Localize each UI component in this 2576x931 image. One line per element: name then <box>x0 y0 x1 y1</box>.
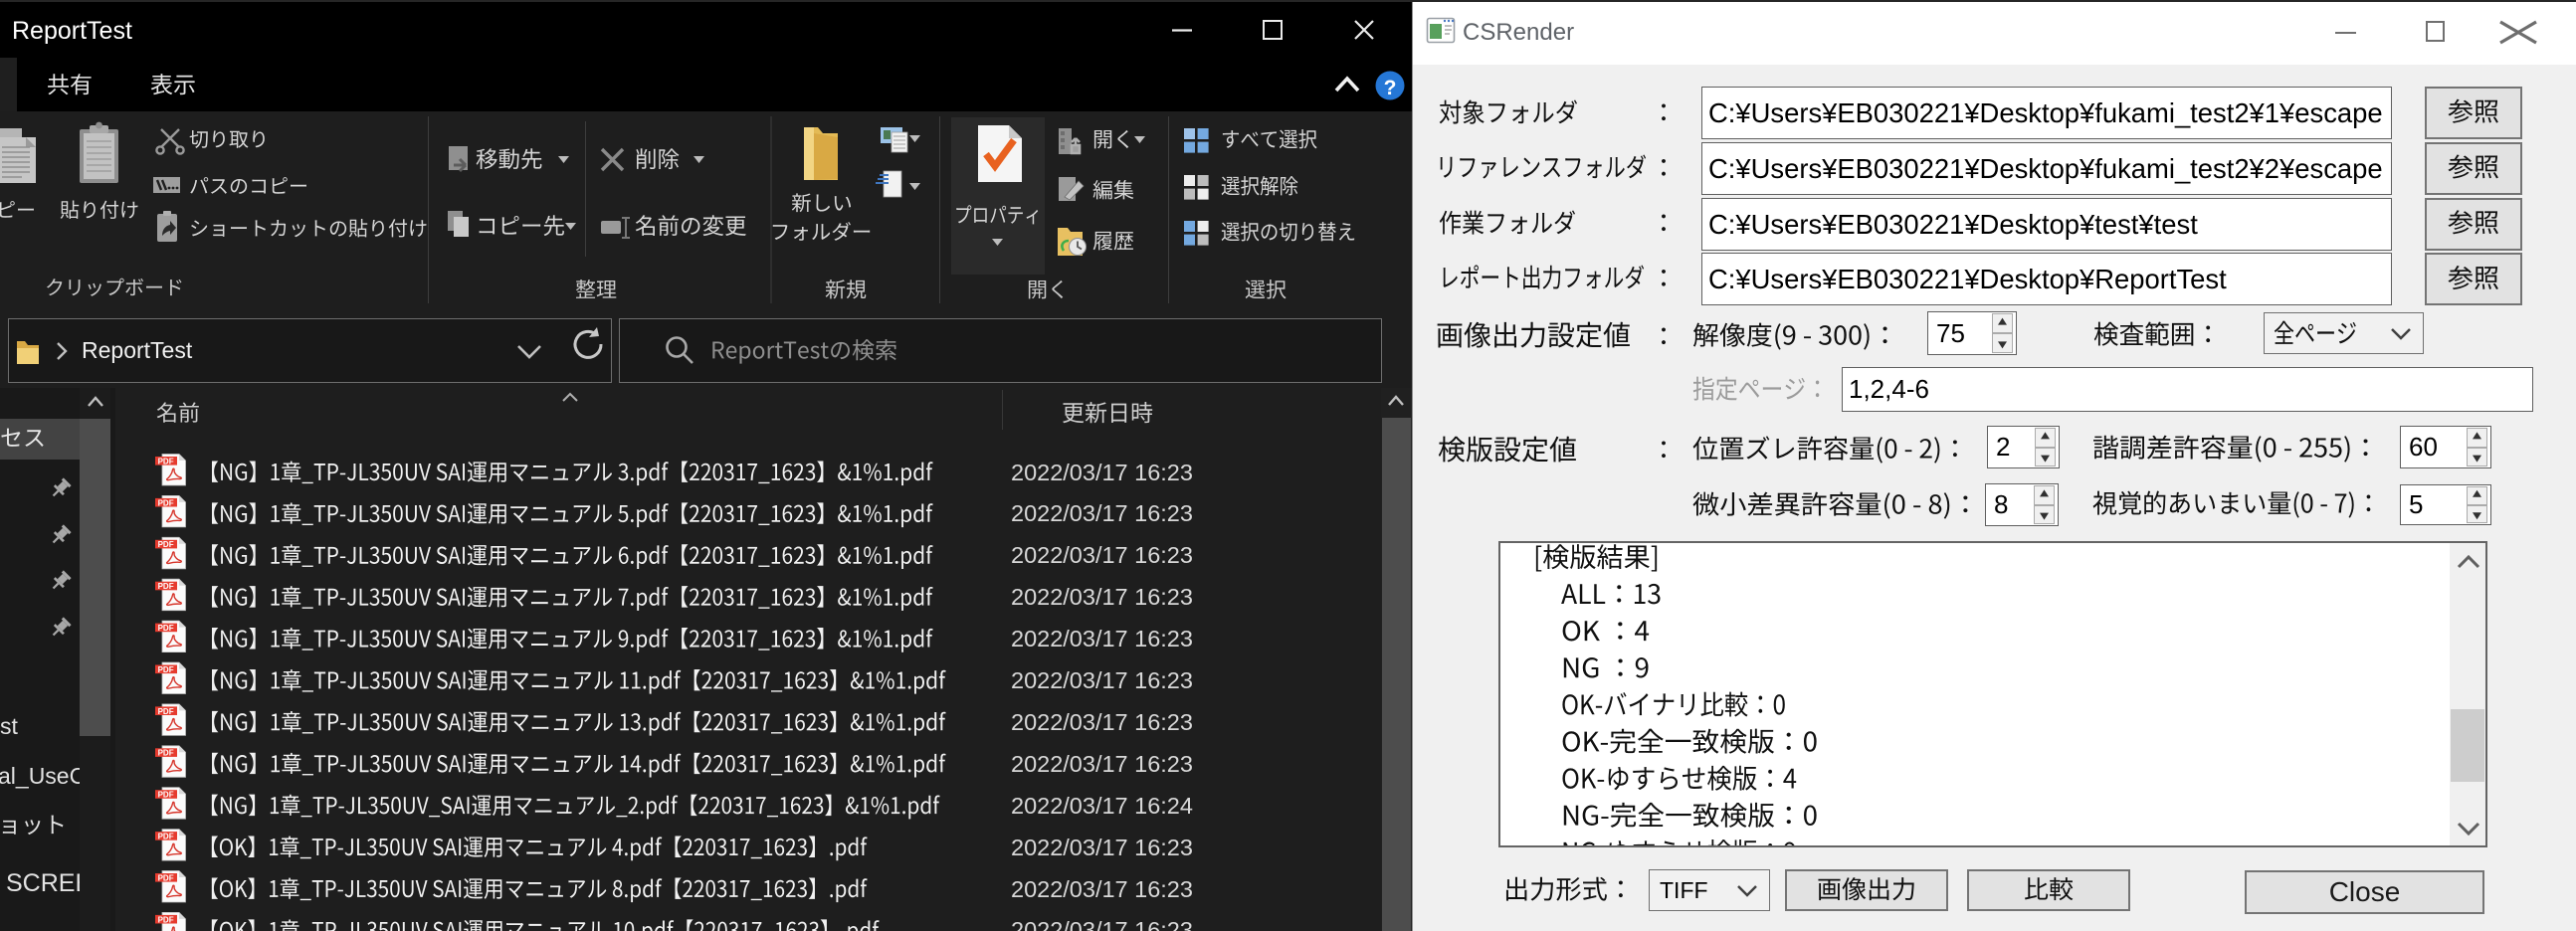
svg-text:?: ? <box>1384 77 1397 99</box>
